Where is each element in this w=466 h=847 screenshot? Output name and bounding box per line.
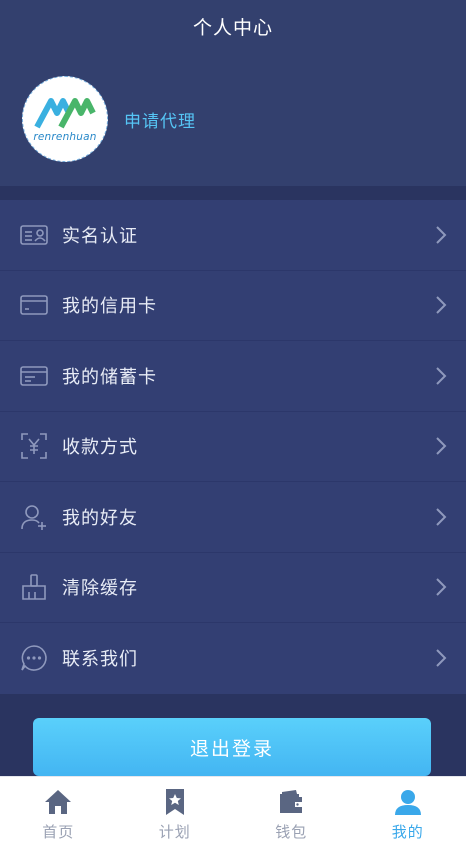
user-add-icon [18, 501, 50, 533]
logout-button[interactable]: 退出登录 [33, 718, 431, 776]
chevron-right-icon [436, 508, 447, 526]
id-card-icon [18, 219, 50, 251]
page-header: 个人中心 [0, 0, 466, 52]
chevron-right-icon [436, 578, 447, 596]
apply-agent-link[interactable]: 申请代理 [124, 107, 196, 132]
yuan-scan-icon [18, 430, 50, 462]
tab-mine[interactable]: 我的 [350, 777, 466, 847]
bookmark-icon [165, 788, 184, 815]
logo-icon [34, 98, 96, 129]
menu-item-real-name[interactable]: 实名认证 [0, 200, 466, 271]
profile-section: renrenhuan 申请代理 [0, 52, 466, 186]
chevron-right-icon [436, 437, 447, 455]
menu-item-label: 收款方式 [62, 437, 138, 459]
tab-label: 钱包 [275, 822, 308, 841]
app-screen: 个人中心 renrenhuan 申请代理 实名认证 我的信用卡 我的储蓄卡 收款… [0, 0, 466, 847]
chevron-right-icon [436, 649, 447, 667]
tab-label: 首页 [42, 822, 75, 841]
menu-item-label: 联系我们 [62, 649, 138, 671]
tab-home[interactable]: 首页 [0, 777, 117, 847]
menu-item-contact-us[interactable]: 联系我们 [0, 623, 466, 694]
section-divider [0, 186, 466, 200]
profile-icon [394, 789, 421, 815]
home-icon [45, 789, 72, 814]
avatar-logo-text: renrenhuan [33, 131, 97, 143]
menu-item-credit-card[interactable]: 我的信用卡 [0, 270, 466, 341]
menu-item-label: 我的储蓄卡 [62, 366, 157, 388]
tab-plan[interactable]: 计划 [117, 777, 234, 847]
tab-label: 计划 [158, 822, 191, 841]
tab-label: 我的 [391, 822, 424, 841]
menu-item-friends[interactable]: 我的好友 [0, 482, 466, 553]
avatar[interactable]: renrenhuan [22, 76, 108, 162]
chevron-right-icon [436, 296, 447, 314]
chat-icon [18, 642, 50, 674]
wallet-icon [280, 789, 303, 813]
tab-wallet[interactable]: 钱包 [233, 777, 350, 847]
page-title: 个人中心 [192, 16, 273, 39]
menu-item-clear-cache[interactable]: 清除缓存 [0, 552, 466, 623]
menu-item-label: 实名认证 [62, 225, 138, 247]
credit-card-icon [18, 289, 50, 321]
menu-item-label: 我的好友 [62, 507, 138, 529]
chevron-right-icon [436, 367, 447, 385]
chevron-right-icon [436, 226, 447, 244]
bottom-tab-bar: 首页 计划 钱包 我的 [0, 776, 466, 847]
logout-section: 退出登录 [0, 694, 466, 778]
menu-item-label: 我的信用卡 [62, 296, 157, 318]
broom-icon [18, 571, 50, 603]
menu-item-payment-method[interactable]: 收款方式 [0, 411, 466, 482]
menu-item-debit-card[interactable]: 我的储蓄卡 [0, 341, 466, 412]
menu-item-label: 清除缓存 [62, 578, 138, 600]
settings-menu: 实名认证 我的信用卡 我的储蓄卡 收款方式 我的好友 清除缓存 联系我们 [0, 200, 466, 694]
debit-card-icon [18, 360, 50, 392]
